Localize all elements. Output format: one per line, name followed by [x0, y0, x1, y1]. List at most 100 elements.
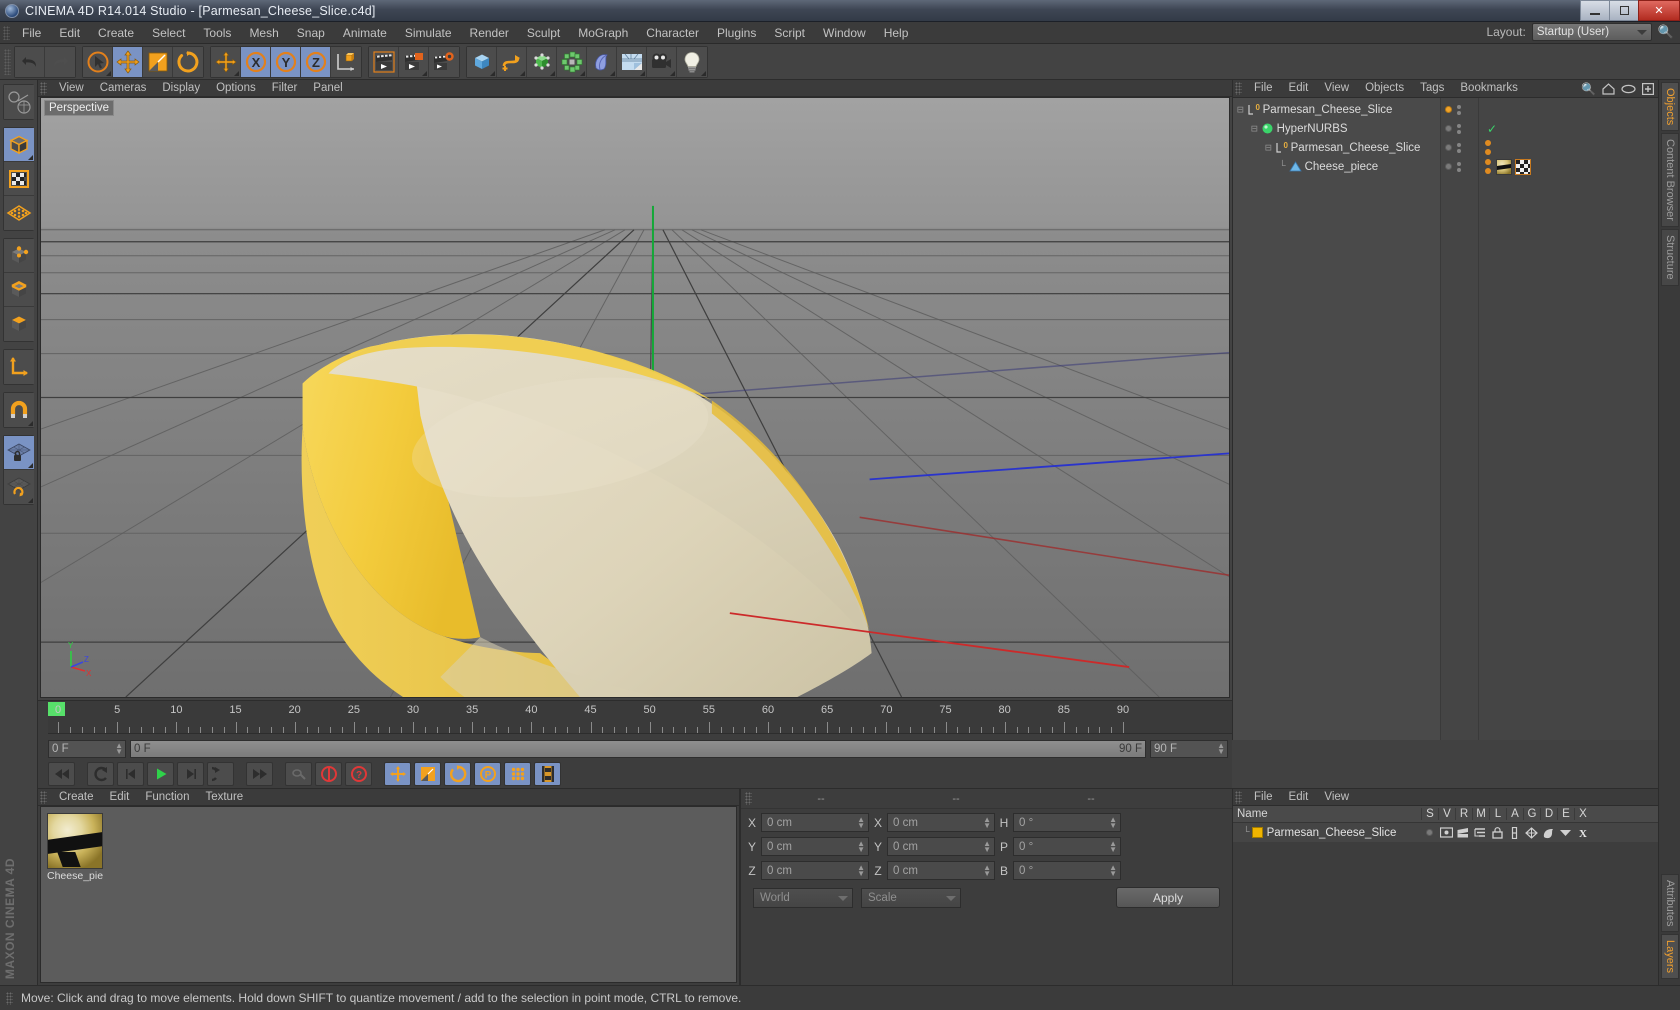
- viewport-menu-options[interactable]: Options: [208, 81, 264, 96]
- scale-tool[interactable]: [143, 46, 173, 77]
- object-visibility-cell[interactable]: [1441, 100, 1478, 119]
- material-list[interactable]: Cheese_pie: [40, 806, 737, 983]
- menu-snap[interactable]: Snap: [288, 22, 334, 44]
- uvw-tag-icon[interactable]: [1515, 158, 1531, 175]
- object-menu-tags[interactable]: Tags: [1412, 81, 1452, 96]
- record-active-objects-button[interactable]: [315, 762, 342, 786]
- layout-select[interactable]: Startup (User): [1531, 23, 1652, 41]
- object-menu-edit[interactable]: Edit: [1281, 81, 1317, 96]
- spinner-icon[interactable]: ▲ ▼: [983, 840, 991, 854]
- layer-render-cell[interactable]: [1455, 827, 1472, 838]
- spinner-icon[interactable]: ▲ ▼: [1109, 840, 1117, 854]
- go-to-end-button[interactable]: [246, 762, 273, 786]
- layer-menu-view[interactable]: View: [1316, 790, 1357, 805]
- object-tag-cell[interactable]: [1479, 157, 1658, 176]
- tag-dot-icon[interactable]: [1485, 140, 1491, 146]
- layer-menu-file[interactable]: File: [1246, 790, 1281, 805]
- visibility-dot-icon[interactable]: [1445, 163, 1452, 170]
- add-deformer-button[interactable]: [587, 46, 617, 77]
- visibility-dot-icon[interactable]: [1445, 125, 1452, 132]
- lock-y-axis[interactable]: Y: [271, 46, 301, 77]
- object-manager-body[interactable]: ⊟ 0 Parmesan_Cheese_Slice ⊟ HyperNURBS ⊟ 0 Parm…: [1233, 98, 1658, 740]
- maximize-button[interactable]: [1609, 0, 1638, 21]
- edges-mode-button[interactable]: [4, 273, 34, 307]
- spinner-icon[interactable]: ▲ ▼: [1109, 816, 1117, 830]
- current-frame-field[interactable]: 0 F ▲ ▼: [48, 739, 126, 758]
- object-visibility-cell[interactable]: [1441, 119, 1478, 138]
- object-visibility-column[interactable]: [1441, 98, 1479, 740]
- object-tag-cell[interactable]: [1479, 138, 1658, 157]
- render-icon[interactable]: [1457, 827, 1470, 838]
- tree-expand-icon[interactable]: ⊟: [1237, 103, 1244, 117]
- eye-icon[interactable]: [1621, 84, 1636, 94]
- tag-dot-icon[interactable]: [1485, 149, 1491, 155]
- material-menu-create[interactable]: Create: [51, 790, 102, 805]
- menu-tools[interactable]: Tools: [194, 22, 240, 44]
- viewport-menu-filter[interactable]: Filter: [264, 81, 306, 96]
- deformers-icon[interactable]: [1542, 827, 1555, 839]
- time-scrubber[interactable]: 0 F 90 F: [130, 739, 1146, 758]
- next-frame-button[interactable]: [177, 762, 204, 786]
- side-tab-layers[interactable]: Layers: [1661, 933, 1679, 979]
- visibility-dot-icon[interactable]: [1445, 106, 1452, 113]
- material-item[interactable]: Cheese_pie: [47, 813, 103, 882]
- pos-x-field[interactable]: 0 cm ▲ ▼: [761, 813, 869, 832]
- material-menu-edit[interactable]: Edit: [102, 790, 138, 805]
- close-button[interactable]: ✕: [1638, 0, 1680, 21]
- range-end-field[interactable]: 90 F ▲ ▼: [1150, 739, 1228, 758]
- lock-icon[interactable]: [1492, 826, 1503, 839]
- texture-mode-button[interactable]: [4, 162, 34, 196]
- menu-create[interactable]: Create: [89, 22, 143, 44]
- param-key-button[interactable]: P: [474, 762, 501, 786]
- keyframe-selection-button[interactable]: [534, 762, 561, 786]
- layer-menu-edit[interactable]: Edit: [1281, 790, 1317, 805]
- go-to-start-button[interactable]: [48, 762, 75, 786]
- add-light-button[interactable]: [677, 46, 707, 77]
- expressions-icon[interactable]: [1559, 827, 1572, 838]
- viewport-menu-panel[interactable]: Panel: [305, 81, 350, 96]
- menu-select[interactable]: Select: [143, 22, 194, 44]
- spinner-icon[interactable]: ▲ ▼: [983, 864, 991, 878]
- menu-sculpt[interactable]: Sculpt: [518, 22, 569, 44]
- side-tab-objects[interactable]: Objects: [1661, 82, 1679, 132]
- menu-simulate[interactable]: Simulate: [396, 22, 461, 44]
- layer-color-swatch[interactable]: [1251, 827, 1263, 838]
- material-menu-texture[interactable]: Texture: [197, 790, 251, 805]
- navigation-gizmo[interactable]: [4, 85, 34, 119]
- layer-deformers-cell[interactable]: [1540, 827, 1557, 839]
- side-tab-attributes[interactable]: Attributes: [1661, 873, 1679, 932]
- add-camera-button[interactable]: [647, 46, 677, 77]
- lock-workplane-button[interactable]: [4, 436, 34, 470]
- object-menu-file[interactable]: File: [1246, 81, 1281, 96]
- autokeying-toggle-button[interactable]: ?: [345, 762, 372, 786]
- object-tags-column[interactable]: ✓: [1479, 98, 1658, 740]
- search-icon[interactable]: 🔍: [1581, 82, 1596, 96]
- add-cube-button[interactable]: [467, 46, 497, 77]
- spinner-icon[interactable]: ▲ ▼: [983, 816, 991, 830]
- pos-y-field[interactable]: 0 cm ▲ ▼: [761, 837, 869, 856]
- object-tag-cell[interactable]: [1479, 100, 1658, 119]
- solo-dot-icon[interactable]: [1426, 829, 1433, 836]
- spinner-icon[interactable]: ▲ ▼: [857, 840, 865, 854]
- menu-animate[interactable]: Animate: [334, 22, 396, 44]
- apply-button[interactable]: Apply: [1116, 887, 1220, 908]
- spinner-icon[interactable]: ▲ ▼: [115, 741, 123, 755]
- menu-character[interactable]: Character: [637, 22, 708, 44]
- points-mode-button[interactable]: [4, 239, 34, 273]
- add-environment-button[interactable]: [617, 46, 647, 77]
- add-layer-icon[interactable]: [1642, 83, 1654, 95]
- viewport-menu-view[interactable]: View: [51, 81, 92, 96]
- lock-z-axis[interactable]: Z: [301, 46, 331, 77]
- axis-mode-button[interactable]: [4, 350, 34, 384]
- visibility-editor-render-dots[interactable]: [1457, 161, 1461, 172]
- move-tool[interactable]: [113, 46, 143, 77]
- scale-key-button[interactable]: [414, 762, 441, 786]
- object-visibility-cell[interactable]: [1441, 138, 1478, 157]
- rotate-tool[interactable]: [173, 46, 203, 77]
- viewport-3d[interactable]: Perspective Y X Z: [40, 97, 1230, 698]
- visibility-editor-render-dots[interactable]: [1457, 123, 1461, 134]
- tree-expand-icon[interactable]: └: [1279, 161, 1286, 173]
- object-visibility-cell[interactable]: [1441, 157, 1478, 176]
- object-tree[interactable]: ⊟ 0 Parmesan_Cheese_Slice ⊟ HyperNURBS ⊟ 0 Parm…: [1233, 98, 1441, 740]
- viewport-menu-cameras[interactable]: Cameras: [92, 81, 155, 96]
